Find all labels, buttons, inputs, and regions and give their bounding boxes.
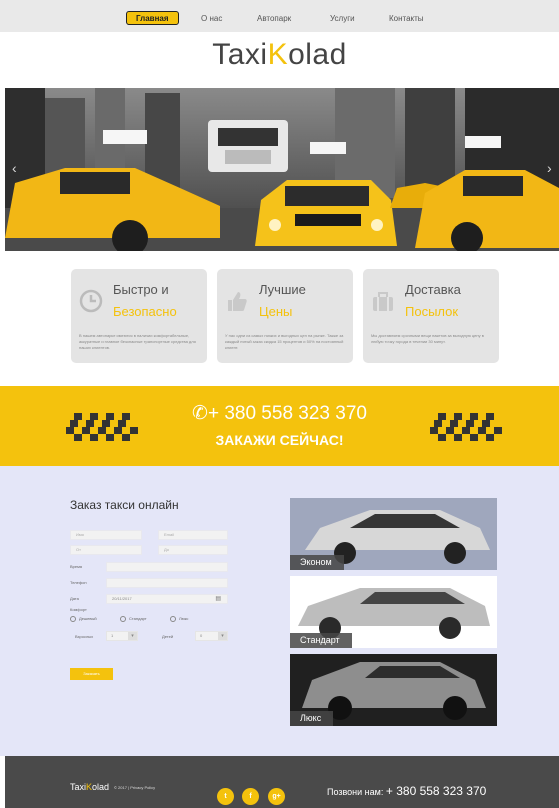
logo-accent: K	[267, 38, 289, 71]
feature-card: Доставка Посылок Мы доставляем срочными …	[363, 269, 499, 363]
phone-icon: ✆	[192, 403, 208, 424]
nav-fleet[interactable]: Автопарк	[257, 12, 291, 26]
footer-copyright[interactable]: © 2017 | Privacy Policy	[114, 785, 155, 790]
slider-prev-icon[interactable]: ‹	[12, 160, 17, 176]
call-to-action-band: ✆+ 380 558 323 370 ЗАКАЖИ СЕЙЧАС!	[0, 386, 559, 466]
kids-value: 0	[200, 633, 203, 638]
checker-pattern-icon	[430, 413, 502, 441]
thumbs-up-icon	[228, 292, 247, 311]
clock-icon	[79, 289, 103, 313]
radio-cheap[interactable]: Дешевый	[70, 616, 97, 622]
feature-subtitle: Безопасно	[113, 304, 177, 319]
radio-label: Дешевый	[79, 616, 97, 622]
logo-part: olad	[288, 38, 347, 71]
feature-subtitle: Цены	[259, 304, 293, 319]
google-plus-icon[interactable]: g+	[268, 788, 285, 805]
phone-input[interactable]	[106, 578, 228, 588]
nav-services[interactable]: Услуги	[330, 12, 355, 26]
comfort-label: Комфорт	[70, 607, 87, 612]
site-logo[interactable]: TaxiKolad	[0, 38, 559, 72]
radio-circle-icon	[170, 616, 176, 622]
kids-label: Детей	[162, 634, 174, 639]
facebook-icon[interactable]: f	[242, 788, 259, 805]
twitter-icon[interactable]: t	[217, 788, 234, 805]
footer-call-label: Позвони нам:	[327, 787, 384, 797]
radio-lux[interactable]: Люкс	[170, 616, 188, 622]
feature-title: Доставка	[405, 282, 461, 297]
order-submit-button[interactable]: Заказать	[70, 668, 113, 680]
nav-home[interactable]: Главная	[126, 11, 179, 25]
car-card-standard[interactable]: Стандарт	[290, 576, 497, 648]
chevron-down-icon: ▾	[128, 632, 137, 640]
nav-contacts[interactable]: Контакты	[389, 12, 424, 26]
car-card-economy[interactable]: Эконом	[290, 498, 497, 570]
radio-circle-icon	[120, 616, 126, 622]
site-footer: TaxiKolad © 2017 | Privacy Policy t f g+…	[5, 756, 559, 808]
adults-select[interactable]: 1 ▾	[106, 631, 138, 641]
slider-next-icon[interactable]: ›	[547, 160, 552, 176]
taxi-street-image	[5, 88, 559, 251]
chevron-down-icon: ▾	[218, 632, 227, 640]
adults-label: Взрослых	[75, 634, 94, 639]
time-label: Время	[70, 564, 83, 569]
suitcase-icon	[373, 292, 393, 311]
kids-select[interactable]: 0 ▾	[195, 631, 228, 641]
footer-call[interactable]: Позвони нам: + 380 558 323 370	[327, 784, 486, 798]
footer-phone: + 380 558 323 370	[385, 784, 487, 798]
to-input[interactable]: До	[158, 545, 228, 555]
email-input[interactable]: Email	[158, 530, 228, 540]
radio-standard[interactable]: Стандарт	[120, 616, 147, 622]
radio-circle-icon	[70, 616, 76, 622]
feature-title: Лучшие	[259, 282, 306, 297]
radio-label: Стандарт	[129, 616, 147, 622]
feature-description: В нашем автопарке имеются в наличии комф…	[79, 333, 196, 350]
footer-logo-part: Taxi	[70, 782, 87, 792]
car-label: Стандарт	[290, 633, 352, 648]
calendar-icon[interactable]: ▤	[215, 595, 221, 603]
feature-description: Мы доставляем срочными вещи пакетов за в…	[371, 333, 484, 344]
car-label: Люкс	[290, 711, 334, 726]
from-input[interactable]: От	[70, 545, 142, 555]
nav-about[interactable]: О нас	[201, 12, 222, 26]
date-value: 20/11/2017	[112, 596, 132, 601]
adults-value: 1	[111, 633, 114, 638]
date-label: Дата	[70, 596, 79, 601]
feature-card: Быстро и Безопасно В нашем автопарке име…	[71, 269, 207, 363]
radio-label: Люкс	[179, 616, 189, 622]
car-label: Эконом	[290, 555, 344, 570]
footer-logo-part: olad	[92, 782, 110, 792]
feature-title: Быстро и	[113, 282, 169, 297]
time-input[interactable]	[106, 562, 228, 572]
order-form-title: Заказ такси онлайн	[70, 498, 179, 512]
feature-description: У нас одни из самых низких и выгодных це…	[225, 333, 344, 350]
phone-label: Телефон	[70, 580, 87, 585]
cta-phone-number: + 380 558 323 370	[207, 403, 367, 424]
top-nav: Главная О нас Автопарк Услуги Контакты	[0, 0, 559, 32]
car-card-lux[interactable]: Люкс	[290, 654, 497, 726]
footer-logo[interactable]: TaxiKolad	[70, 782, 109, 792]
hero-slider	[5, 88, 559, 251]
feature-subtitle: Посылок	[405, 304, 459, 319]
feature-card: Лучшие Цены У нас одни из самых низких и…	[217, 269, 353, 363]
name-input[interactable]: Имя	[70, 530, 142, 540]
logo-part: Taxi	[212, 38, 268, 71]
date-input[interactable]: 20/11/2017 ▤	[106, 594, 228, 604]
